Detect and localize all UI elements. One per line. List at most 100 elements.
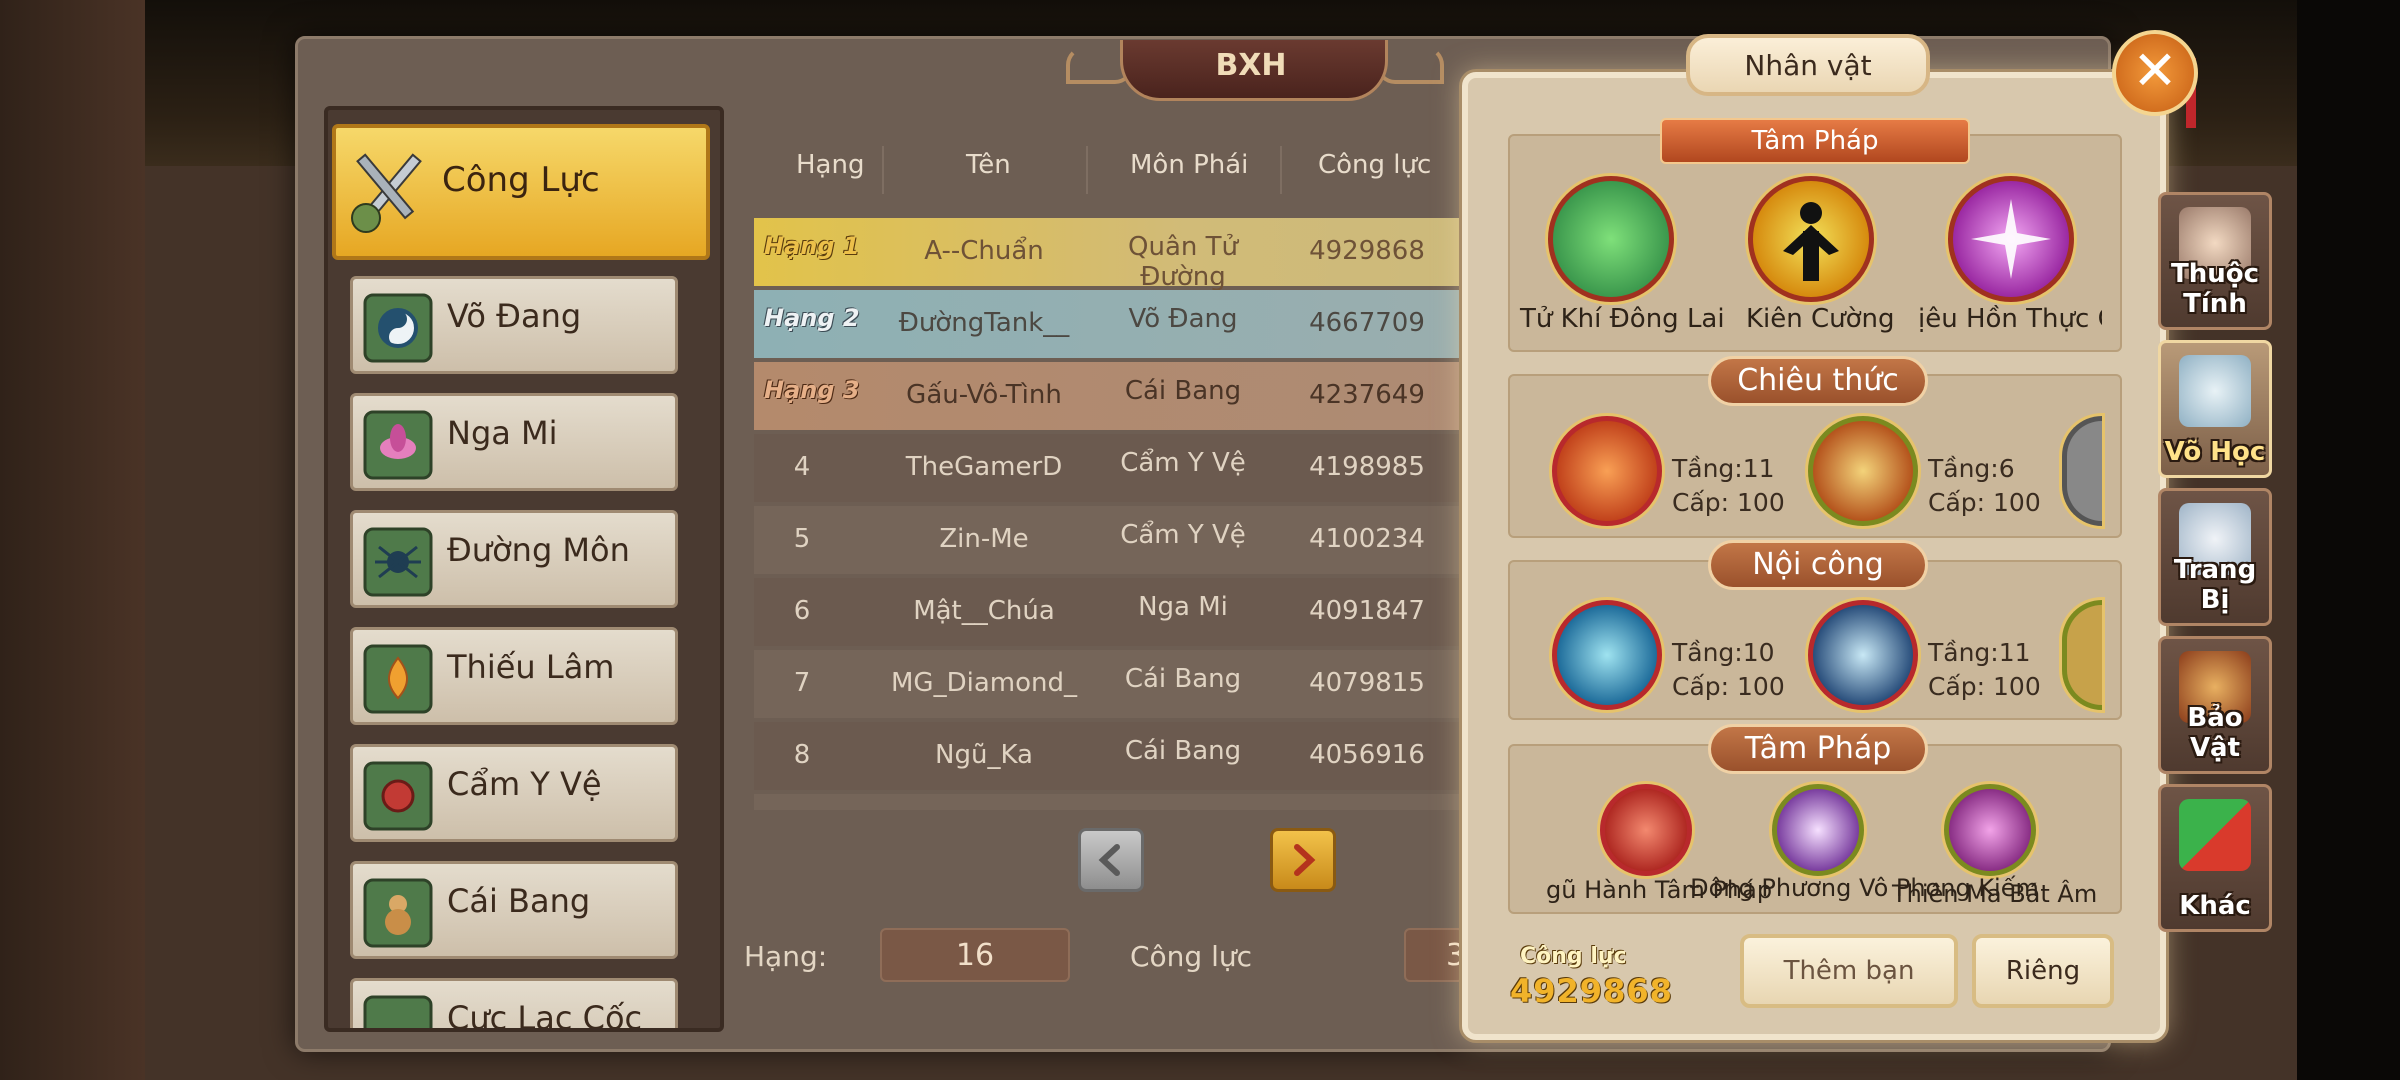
player-power: 4091847	[1309, 596, 1425, 626]
side-tab-treasure[interactable]: Bảo Vật	[2158, 636, 2272, 774]
category-label: Thiếu Lâm	[447, 648, 615, 686]
side-tab-label: Trang Bị	[2173, 555, 2257, 615]
player-power: 4237649	[1309, 380, 1425, 410]
table-row[interactable]: 7 MG_Diamond_ Cái Bang 4079815	[754, 650, 1474, 718]
player-power: 4056916	[1309, 740, 1425, 770]
category-icon	[359, 991, 437, 1028]
table-row[interactable]: 8 Ngũ_Ka Cái Bang 4056916	[754, 722, 1474, 790]
dice-icon	[2179, 799, 2251, 871]
player-faction: Quân Tử Đường	[1128, 232, 1238, 292]
table-row[interactable]: Hạng 2 ĐườngTank__ Võ Đang 4667709	[754, 290, 1474, 358]
category-duong-mon[interactable]: Đường Môn	[350, 510, 678, 608]
my-rank-value: 16	[880, 928, 1070, 982]
category-nga-mi[interactable]: Nga Mi	[350, 393, 678, 491]
next-page-button[interactable]	[1270, 828, 1336, 892]
player-power: 4929868	[1309, 236, 1425, 266]
skill-warrior-icon[interactable]	[1748, 176, 1874, 302]
table-row[interactable]: Hạng 1 A--Chuẩn Quân Tử Đường 4929868	[754, 218, 1474, 292]
side-tab-label: Thuộc Tính	[2170, 259, 2260, 319]
category-cai-bang[interactable]: Cái Bang	[350, 861, 678, 959]
skill-sword-light-icon[interactable]	[1772, 784, 1864, 876]
col-power: Công lực	[1318, 150, 1432, 180]
skill-name: Thiên Ma Bát Âm	[1892, 880, 2098, 908]
skill-armor-icon[interactable]	[1808, 416, 1918, 526]
private-message-button[interactable]: Riêng	[1972, 934, 2114, 1008]
skill-name: ịêu Hồn Thực Cố	[1918, 304, 2102, 334]
skill-fire-slash-icon[interactable]	[1552, 416, 1662, 526]
table-row[interactable]: 5 Zin-Me Cẩm Y Vệ 4100234	[754, 506, 1474, 574]
lotus-icon	[359, 406, 437, 484]
crest-icon	[359, 757, 437, 835]
side-tab-label: Khác	[2179, 891, 2251, 921]
column-divider	[1086, 146, 1088, 194]
table-row[interactable]: 6 Mật__Chúa Nga Mi 4091847	[754, 578, 1474, 646]
skill-tier: Tầng:11	[1672, 454, 1775, 483]
category-label: Cực Lạc Cốc	[447, 999, 643, 1032]
add-friend-button[interactable]: Thêm bạn	[1740, 934, 1958, 1008]
category-label: Võ Đang	[447, 297, 582, 335]
skill-fist-red-icon[interactable]	[1600, 784, 1692, 876]
skill-wind-icon[interactable]	[1552, 600, 1662, 710]
skill-strings-icon[interactable]	[1944, 784, 2036, 876]
side-tab-martial-arts[interactable]: Võ Học	[2158, 340, 2272, 478]
player-faction: Cái Bang	[1124, 376, 1242, 406]
player-power: 4198985	[1309, 452, 1425, 482]
column-divider	[1280, 146, 1282, 194]
rank-badge: Hạng 1	[764, 232, 860, 260]
player-power: 4667709	[1309, 308, 1425, 338]
side-tab-other[interactable]: Khác	[2158, 784, 2272, 932]
skill-name: Tử Khí Đông Lai	[1520, 304, 1725, 334]
close-button[interactable]: ✕	[2112, 30, 2198, 116]
player-name: Gấu-Vô-Tình	[906, 380, 1062, 410]
col-rank: Hạng	[796, 150, 865, 180]
table-row[interactable]: Hạng 3 Gấu-Vô-Tình Cái Bang 4237649	[754, 362, 1474, 430]
chieu-thuc-header: Chiêu thức	[1708, 356, 1928, 406]
skill-jade-sword-icon[interactable]	[1548, 176, 1674, 302]
skill-shuriken-icon[interactable]	[1948, 176, 2074, 302]
player-name: Ngũ_Ka	[935, 740, 1033, 770]
player-power: 4079815	[1309, 668, 1425, 698]
category-list[interactable]: Công Lực Võ Đang Nga Mi Đường Môn Thiếu …	[324, 106, 724, 1032]
my-rank-label: Hạng:	[744, 940, 828, 973]
sword-icon	[340, 142, 438, 240]
category-vo-dang[interactable]: Võ Đang	[350, 276, 678, 374]
rank-badge: Hạng 2	[764, 304, 860, 332]
skill-tier: Tầng:11	[1928, 638, 2031, 667]
player-name: Mật__Chúa	[913, 596, 1055, 626]
player-faction: Cẩm Y Vệ	[1120, 520, 1246, 550]
prev-page-button[interactable]	[1078, 828, 1144, 892]
ranking-title: BXH	[1215, 48, 1287, 83]
skill-tier: Tầng:10	[1672, 638, 1775, 667]
spider-icon	[359, 523, 437, 601]
left-edge	[0, 0, 145, 1080]
player-rank: 4	[793, 452, 811, 482]
player-faction: Cái Bang	[1124, 664, 1242, 694]
ranking-title-tab: BXH	[1060, 40, 1444, 104]
ranking-table-header: Hạng Tên Môn Phái Công lực	[754, 136, 1474, 202]
gourd-icon	[359, 874, 437, 952]
noi-cong-header: Nội công	[1708, 540, 1928, 590]
figure-silhouette-icon	[1783, 202, 1839, 281]
category-thieu-lam[interactable]: Thiếu Lâm	[350, 627, 678, 725]
player-rank: 8	[793, 740, 811, 770]
category-cong-luc[interactable]: Công Lực	[332, 124, 710, 260]
side-tab-equipment[interactable]: Trang Bị	[2158, 488, 2272, 626]
skill-name: Kiên Cường	[1746, 304, 1895, 334]
column-divider	[882, 146, 884, 194]
right-edge	[2297, 0, 2400, 1080]
side-tab-attributes[interactable]: Thuộc Tính	[2158, 192, 2272, 330]
skill-fist-icon[interactable]	[1808, 600, 1918, 710]
player-faction: Cẩm Y Vệ	[1120, 448, 1246, 478]
skill-tier: Tầng:6	[1928, 454, 2015, 483]
side-tab-label: Bảo Vật	[2187, 703, 2243, 763]
col-faction: Môn Phái	[1130, 150, 1249, 180]
my-power-label: Công lực	[1130, 940, 1253, 973]
category-cam-y-ve[interactable]: Cẩm Y Vệ	[350, 744, 678, 842]
rank-badge: Hạng 3	[764, 376, 860, 404]
table-row[interactable]: 4 TheGamerD Cẩm Y Vệ 4198985	[754, 434, 1474, 502]
player-rank: 6	[793, 596, 811, 626]
category-cuc-lac-coc[interactable]: Cực Lạc Cốc	[350, 978, 678, 1032]
tam-phap-header: Tâm Pháp	[1660, 118, 1970, 164]
skill-level: Cấp: 100	[1672, 672, 1785, 701]
player-faction: Võ Đang	[1128, 304, 1238, 334]
